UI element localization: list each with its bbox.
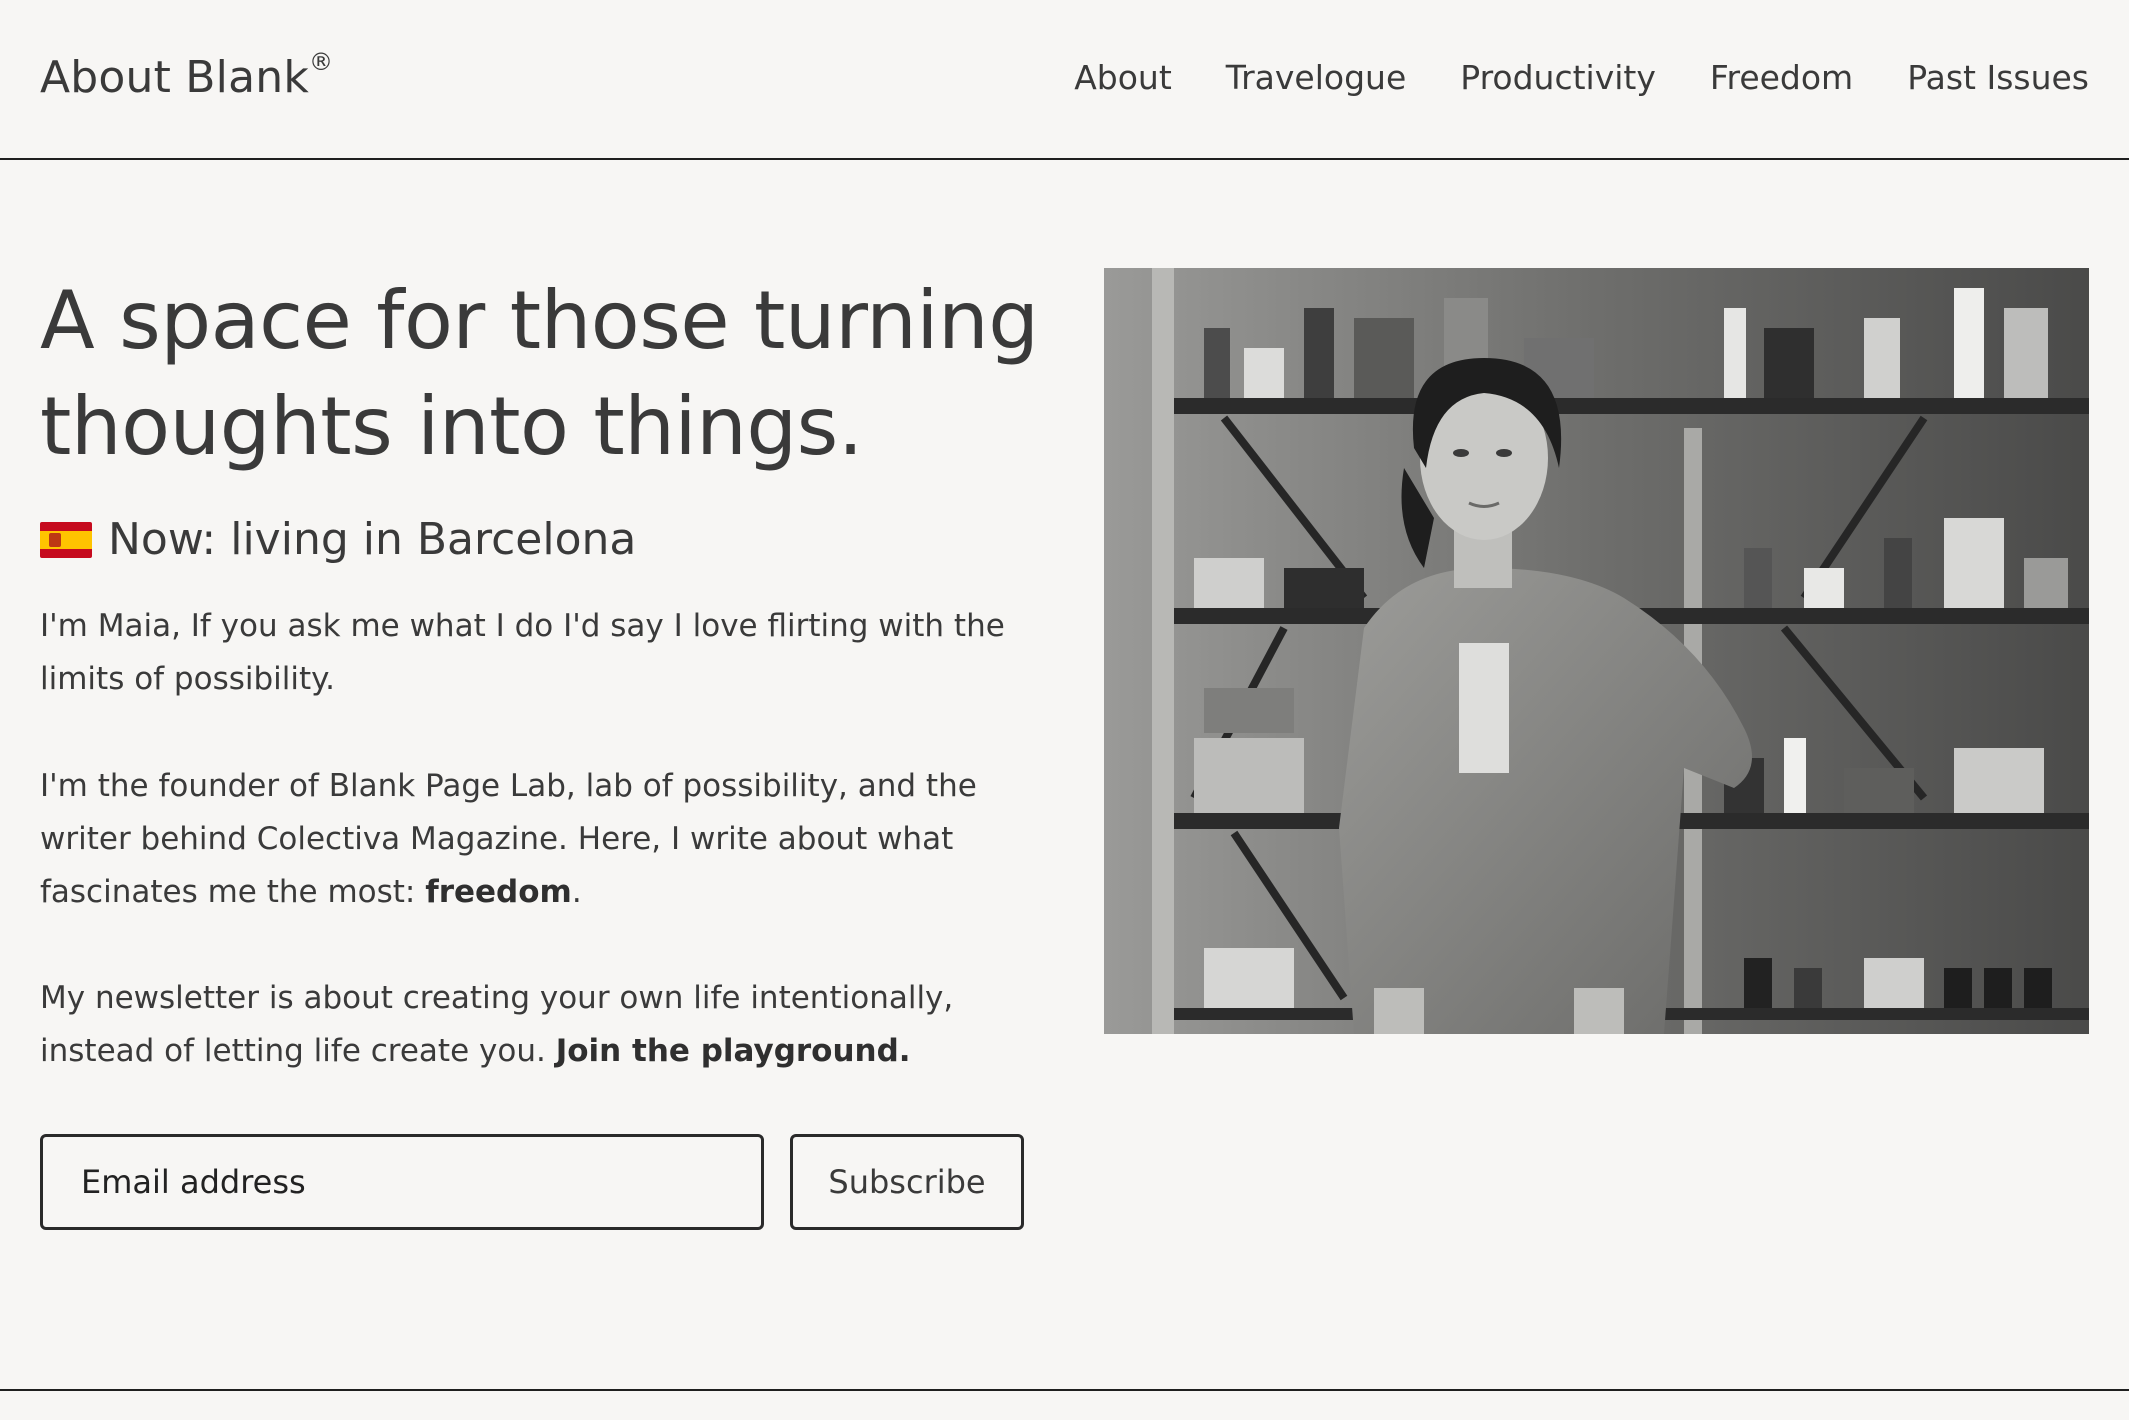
main-nav: About Travelogue Productivity Freedom Pa…	[1074, 58, 2089, 97]
hero-title: A space for those turning thoughts into …	[40, 274, 1039, 473]
portrait-photo-illustration	[1104, 268, 2089, 1034]
email-input[interactable]	[40, 1134, 764, 1230]
freedom-emphasis: freedom	[425, 874, 572, 910]
nav-productivity[interactable]: Productivity	[1460, 58, 1656, 97]
intro-paragraph-1: I'm Maia, If you ask me what I do I'd sa…	[40, 608, 1005, 697]
nav-travelogue[interactable]: Travelogue	[1226, 58, 1406, 97]
brand-name: About Blank	[40, 52, 310, 103]
intro-paragraph-2-end: .	[571, 874, 582, 910]
brand-logo[interactable]: About Blank®	[40, 48, 333, 103]
now-location-text: Now: living in Barcelona	[108, 514, 637, 565]
nav-freedom[interactable]: Freedom	[1710, 58, 1853, 97]
subscribe-button[interactable]: Subscribe	[790, 1134, 1024, 1230]
spain-flag-icon	[40, 522, 92, 558]
intro-paragraph-2: I'm the founder of Blank Page Lab, lab o…	[40, 760, 1040, 919]
registered-mark: ®	[309, 48, 334, 77]
intro-paragraph-3: My newsletter is about creating your own…	[40, 972, 1040, 1078]
footer-divider	[0, 1389, 2129, 1391]
nav-about[interactable]: About	[1074, 58, 1172, 97]
nav-past-issues[interactable]: Past Issues	[1907, 58, 2089, 97]
portrait-photo	[1104, 268, 2089, 1034]
site-header: About Blank® About Travelogue Productivi…	[0, 0, 2129, 160]
now-location: Now: living in Barcelona	[40, 512, 636, 568]
join-playground-emphasis: Join the playground.	[555, 1033, 911, 1069]
